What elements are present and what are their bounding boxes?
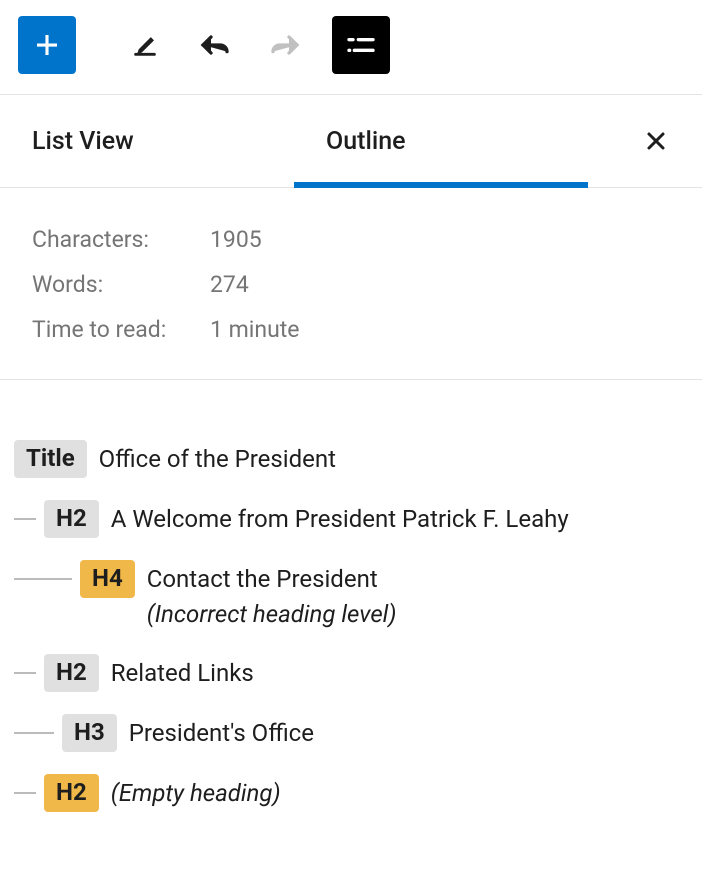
stat-words: Words: 274 [32,271,670,298]
editor-toolbar [0,0,702,94]
redo-button [256,16,314,74]
redo-icon [269,29,301,61]
outline-icon [345,29,377,61]
tree-line-icon [14,672,36,674]
stat-value: 1905 [210,226,262,253]
stat-time-to-read: Time to read: 1 minute [32,316,670,343]
pencil-icon [131,31,159,59]
tree-line-icon [14,518,36,520]
outline-text: Related Links [111,654,254,691]
add-block-button[interactable] [18,16,76,74]
heading-badge: H2 [44,500,99,538]
stat-value: 274 [210,271,249,298]
panel-tabs: List View Outline [0,94,702,188]
outline-warning-note: (Incorrect heading level) [147,600,397,628]
outline-item-h2-empty-warning[interactable]: H2 (Empty heading) [14,774,688,812]
edit-mode-button[interactable] [116,16,174,74]
outline-item-h4-warning[interactable]: H4 Contact the President (Incorrect head… [14,560,688,632]
close-icon [644,128,668,154]
outline-item-title[interactable]: Title Office of the President [14,440,688,478]
tree-line-icon [14,792,36,794]
document-outline: Title Office of the President H2 A Welco… [0,380,702,854]
heading-badge: Title [14,440,87,478]
tab-outline[interactable]: Outline [294,95,588,187]
stat-label: Words: [32,271,210,298]
outline-heading-title: Contact the President [147,565,378,593]
stat-value: 1 minute [210,316,300,343]
stat-label: Characters: [32,226,210,253]
outline-text: A Welcome from President Patrick F. Leah… [111,500,569,537]
undo-icon [199,29,231,61]
outline-item-h3[interactable]: H3 President's Office [14,714,688,752]
outline-text: Contact the President (Incorrect heading… [147,560,397,632]
tree-line-icon [14,578,72,580]
stat-characters: Characters: 1905 [32,226,670,253]
tree-line-icon [14,732,54,734]
outline-warning-note: (Empty heading) [111,774,281,811]
stat-label: Time to read: [32,316,210,343]
plus-icon [32,30,62,60]
outline-text: Office of the President [99,440,336,477]
heading-badge: H3 [62,714,117,752]
document-stats: Characters: 1905 Words: 274 Time to read… [0,188,702,380]
close-panel-button[interactable] [638,123,674,159]
heading-badge: H4 [80,560,135,598]
heading-badge: H2 [44,774,99,812]
tab-list-view[interactable]: List View [0,95,294,187]
outline-item-h2[interactable]: H2 A Welcome from President Patrick F. L… [14,500,688,538]
undo-button[interactable] [186,16,244,74]
heading-badge: H2 [44,654,99,692]
document-overview-button[interactable] [332,16,390,74]
outline-item-h2[interactable]: H2 Related Links [14,654,688,692]
outline-text: President's Office [129,714,314,751]
